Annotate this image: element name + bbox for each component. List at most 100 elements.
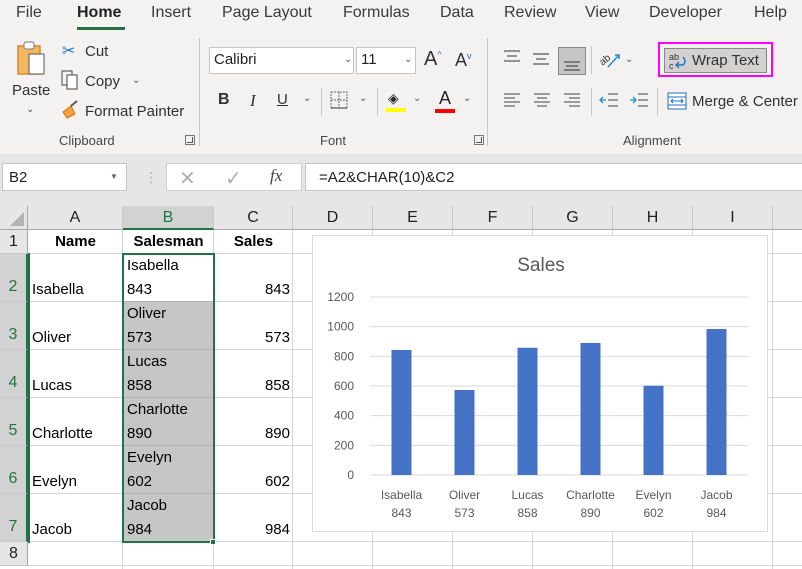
clipboard-launcher-icon[interactable] xyxy=(185,135,195,145)
font-name-dropdown[interactable]: Calibri xyxy=(209,47,354,74)
enter-check-icon[interactable]: ✓ xyxy=(225,166,242,191)
column-header-i[interactable]: I xyxy=(693,206,773,230)
drag-handle-icon[interactable]: ⋮ xyxy=(144,169,158,186)
sales-cell[interactable]: 843 xyxy=(214,281,290,298)
underline-button[interactable]: U xyxy=(277,91,288,108)
sales-cell[interactable]: 858 xyxy=(214,377,290,394)
row-header-4[interactable]: 4 xyxy=(0,350,28,398)
bar-oliver xyxy=(454,390,475,475)
tab-developer[interactable]: Developer xyxy=(649,4,722,22)
x-tick-label-value: 858 xyxy=(517,506,537,520)
name-box-dropdown-icon[interactable]: ▼ xyxy=(110,172,118,181)
column-header-e[interactable]: E xyxy=(373,206,453,230)
sales-cell[interactable]: 984 xyxy=(214,521,290,538)
top-align-icon[interactable] xyxy=(503,50,521,64)
middle-align-icon[interactable] xyxy=(532,52,550,66)
sales-cell[interactable]: 602 xyxy=(214,473,290,490)
borders-dropdown-icon[interactable]: ⌄ xyxy=(359,93,367,104)
sales-chart[interactable]: Sales 0 200 400 600 800 1000 1200 Isabella 843 Oli… xyxy=(312,235,768,532)
increase-font-size-button[interactable]: A^ xyxy=(424,48,442,71)
row-header-2[interactable]: 2 xyxy=(0,254,28,302)
sales-cell[interactable]: 890 xyxy=(214,425,290,442)
paint-bucket-icon: ◈ xyxy=(388,90,399,106)
merge-center-button[interactable]: Merge & Center xyxy=(667,90,802,114)
tab-view[interactable]: View xyxy=(585,4,619,22)
borders-icon[interactable] xyxy=(330,91,348,109)
font-launcher-icon[interactable] xyxy=(474,135,484,145)
name-box[interactable]: B2 xyxy=(2,163,127,191)
column-header-f[interactable]: F xyxy=(453,206,533,230)
name-cell[interactable]: Isabella xyxy=(32,281,84,298)
formula-input[interactable]: =A2&CHAR(10)&C2 xyxy=(305,163,802,191)
cut-button[interactable]: Cut xyxy=(85,43,108,60)
row-header-1[interactable]: 1 xyxy=(0,230,28,254)
row-header-8[interactable]: 8 xyxy=(0,542,28,566)
x-tick-label-name: Lucas xyxy=(511,488,543,502)
ribbon-tab-bar: File Home Insert Page Layout Formulas Da… xyxy=(0,0,802,30)
increase-indent-icon[interactable] xyxy=(629,92,649,108)
underline-dropdown-icon[interactable]: ⌄ xyxy=(303,93,311,104)
column-header-h[interactable]: H xyxy=(613,206,693,230)
bar-jacob xyxy=(706,329,727,475)
format-painter-button[interactable]: Format Painter xyxy=(85,103,184,120)
fill-handle[interactable] xyxy=(210,539,216,545)
fill-color-dropdown-icon[interactable]: ⌄ xyxy=(413,93,421,104)
x-tick-label-value: 984 xyxy=(706,506,726,520)
select-all-button[interactable] xyxy=(0,206,28,230)
name-cell[interactable]: Charlotte xyxy=(32,425,93,442)
copy-button[interactable]: Copy xyxy=(85,73,120,90)
decrease-font-size-button[interactable]: Av xyxy=(455,50,472,71)
wrap-text-button[interactable]: ab c Wrap Text xyxy=(664,48,767,73)
font-color-icon: A xyxy=(439,88,452,108)
insert-function-icon[interactable]: fx xyxy=(270,166,282,186)
orientation-icon[interactable]: ab xyxy=(598,47,622,71)
name-cell[interactable]: Jacob xyxy=(32,521,72,538)
paste-button[interactable]: Paste ⌄ xyxy=(12,40,52,120)
column-header-a[interactable]: A xyxy=(28,206,123,230)
y-tick-label: 800 xyxy=(334,349,354,363)
tab-data[interactable]: Data xyxy=(440,4,474,22)
font-size-value: 11 xyxy=(361,51,377,68)
tab-help[interactable]: Help xyxy=(754,4,787,22)
font-color-dropdown-icon[interactable]: ⌄ xyxy=(463,93,471,104)
sales-cell[interactable]: 573 xyxy=(214,329,290,346)
name-cell[interactable]: Evelyn xyxy=(32,473,77,490)
column-header-c[interactable]: C xyxy=(214,206,293,230)
name-cell[interactable]: Oliver xyxy=(32,329,71,346)
row-header-6[interactable]: 6 xyxy=(0,446,28,494)
row-header-7[interactable]: 7 xyxy=(0,494,28,542)
font-color-button[interactable]: A xyxy=(435,88,455,114)
tab-review[interactable]: Review xyxy=(504,4,556,22)
x-tick-label-name: Isabella xyxy=(381,488,423,502)
alignment-group-label: Alignment xyxy=(623,133,681,148)
align-center-icon[interactable] xyxy=(533,92,551,108)
chevron-down-icon: ⌄ xyxy=(404,54,413,65)
bar-isabella xyxy=(391,349,412,475)
align-right-icon[interactable] xyxy=(563,92,581,108)
decrease-indent-icon[interactable] xyxy=(599,92,619,108)
tab-file[interactable]: File xyxy=(16,4,42,22)
row-header-5[interactable]: 5 xyxy=(0,398,28,446)
bottom-align-button[interactable] xyxy=(558,47,586,75)
name-cell[interactable]: Lucas xyxy=(32,377,72,394)
tab-home[interactable]: Home xyxy=(77,4,121,22)
tab-page-layout[interactable]: Page Layout xyxy=(222,4,312,22)
orientation-dropdown-icon[interactable]: ⌄ xyxy=(625,54,633,65)
column-header-j[interactable] xyxy=(773,206,802,230)
align-left-icon[interactable] xyxy=(503,92,521,108)
fill-color-button[interactable]: ◈ xyxy=(386,90,406,114)
column-header-b[interactable]: B xyxy=(123,206,214,230)
bold-button[interactable]: B xyxy=(218,91,230,109)
column-header-g[interactable]: G xyxy=(533,206,613,230)
separator xyxy=(377,88,378,116)
italic-button[interactable]: I xyxy=(250,91,256,111)
copy-dropdown-icon[interactable]: ⌄ xyxy=(132,75,140,86)
x-tick-label-value: 890 xyxy=(580,506,600,520)
column-header-d[interactable]: D xyxy=(293,206,373,230)
name-box-value: B2 xyxy=(9,169,28,186)
separator xyxy=(321,88,322,116)
cancel-icon[interactable]: ✕ xyxy=(179,166,196,191)
row-header-3[interactable]: 3 xyxy=(0,302,28,350)
tab-formulas[interactable]: Formulas xyxy=(343,4,410,22)
tab-insert[interactable]: Insert xyxy=(151,4,191,22)
